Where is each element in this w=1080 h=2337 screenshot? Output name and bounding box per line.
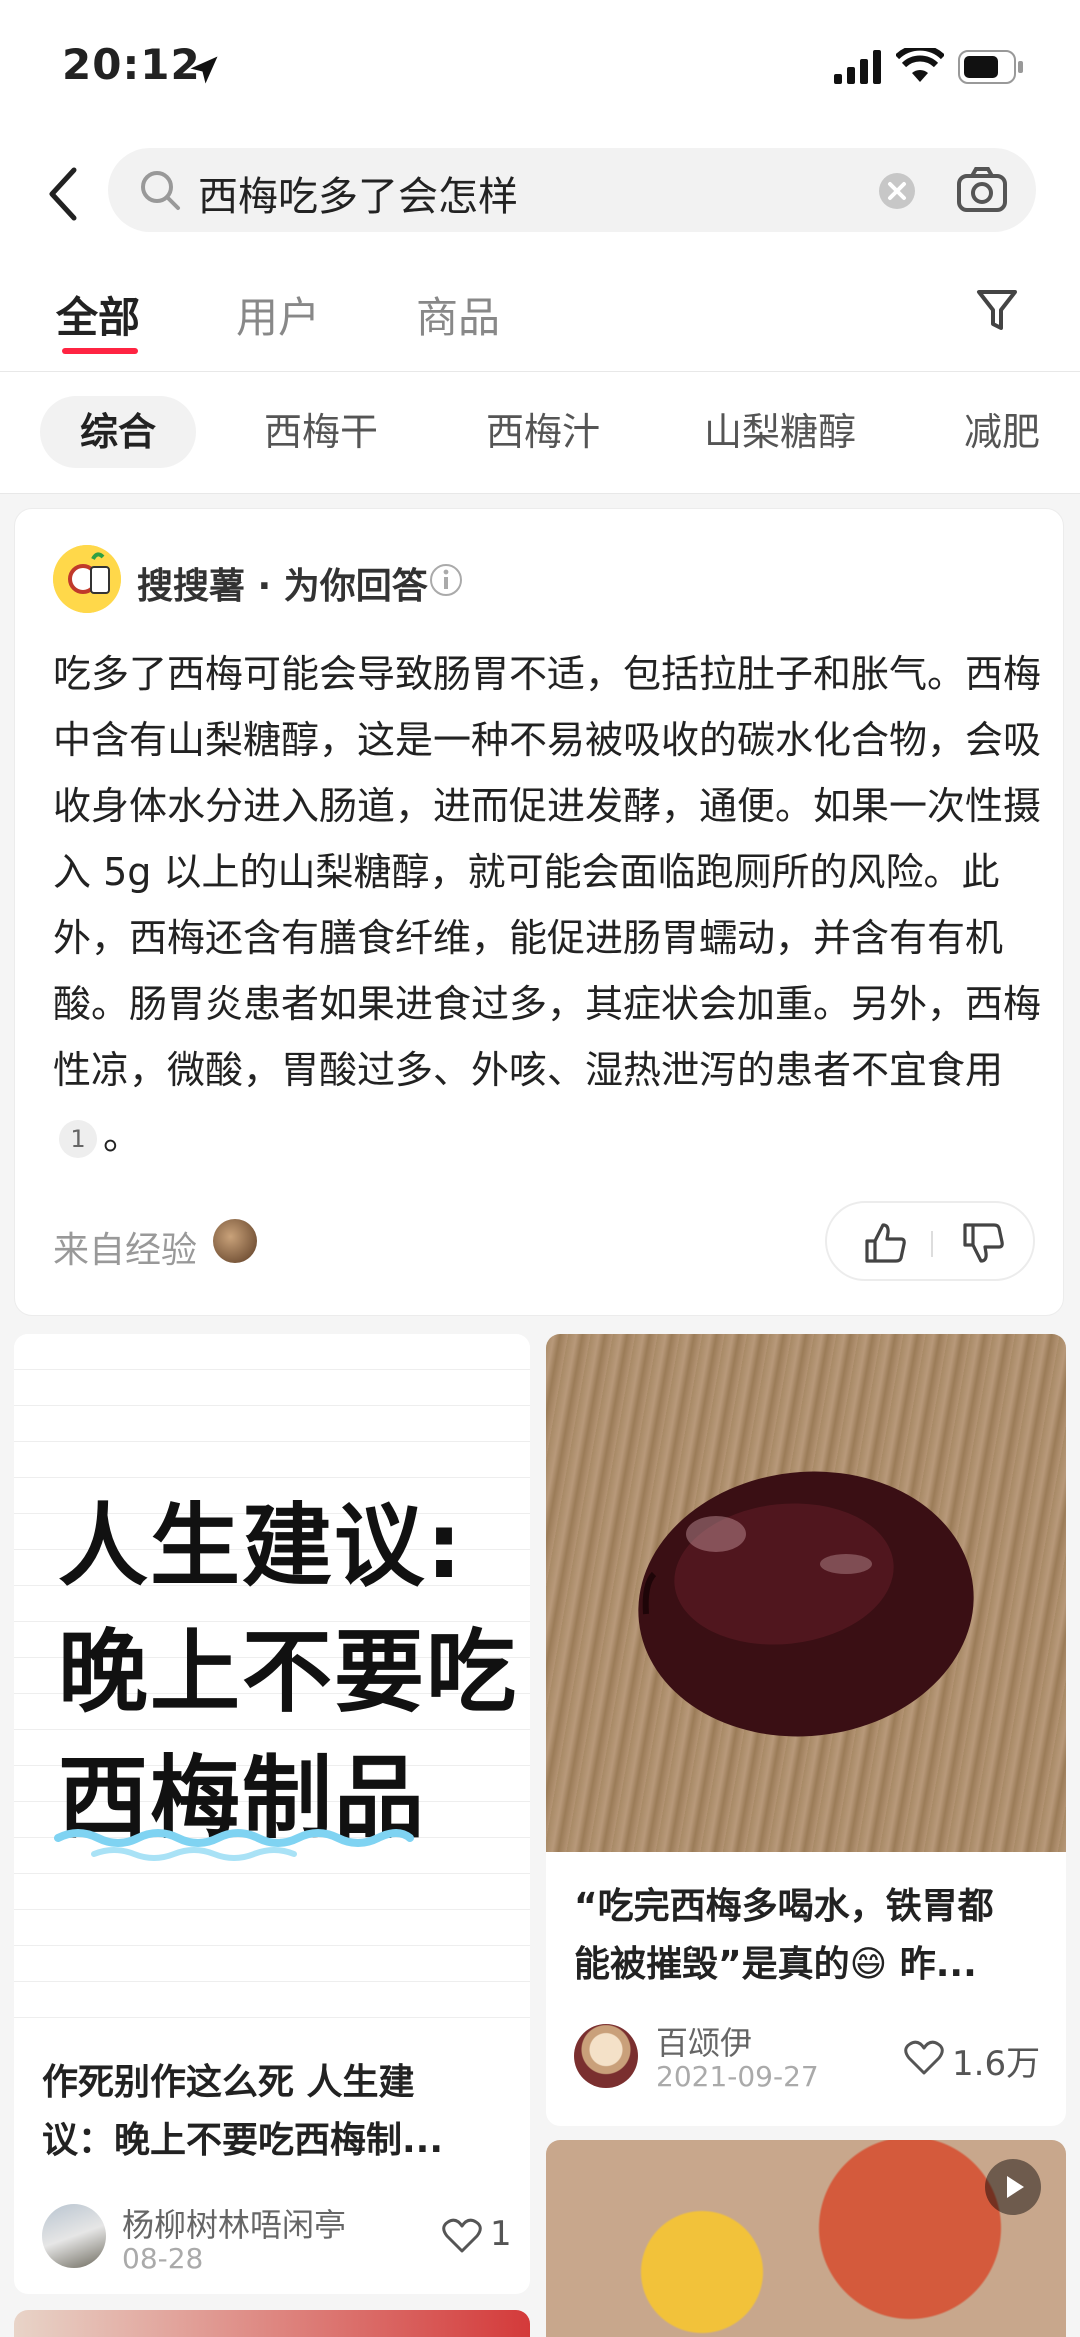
filter-icon[interactable] <box>976 288 1018 334</box>
note-title-line: 议：晚上不要吃西梅制... <box>42 2120 444 2161</box>
answer-bot-avatar <box>53 545 121 613</box>
note-title-line: “吃完西梅多喝水，铁胃都 <box>574 1886 994 1927</box>
thumbs-down-icon[interactable] <box>961 1221 1005 1265</box>
note-card[interactable] <box>14 2310 530 2337</box>
tab-users[interactable]: 用户 <box>236 284 320 345</box>
clear-search-icon[interactable] <box>878 172 916 210</box>
battery-icon <box>958 50 1023 84</box>
author-avatar[interactable] <box>574 2024 638 2088</box>
chip-weight-loss[interactable]: 减肥 <box>924 396 1080 468</box>
note-title-line: 作死别作这么死 人生建 <box>42 2062 415 2103</box>
source-user-avatar[interactable] <box>213 1219 257 1263</box>
cover-text: 人生建议: 晚上不要吃 西梅制品 <box>58 1484 518 1862</box>
chip-prune-juice[interactable]: 西梅汁 <box>446 396 640 468</box>
vote-divider <box>931 1231 933 1257</box>
result-type-tabs: 全部 用户 商品 <box>0 258 1080 372</box>
like-count: 1.6万 <box>952 2044 1041 2084</box>
from-experience-label: 来自经验 <box>53 1230 198 1271</box>
note-title-line: 能被摧毁”是真的😄 昨... <box>574 1944 977 1985</box>
search-input[interactable]: 西梅吃多了会怎样 <box>108 148 1036 232</box>
ai-answer-card: 搜搜薯 · 为你回答 吃多了西梅可能会导致肠胃不适，包括拉肚子和胀气。西梅中含有… <box>14 508 1064 1316</box>
feedback-vote <box>825 1201 1035 1281</box>
heart-icon[interactable] <box>442 2218 482 2254</box>
heart-icon[interactable] <box>904 2040 944 2076</box>
video-play-icon <box>985 2159 1041 2215</box>
cellular-signal-icon <box>834 50 881 84</box>
chip-comprehensive[interactable]: 综合 <box>40 396 197 468</box>
note-card[interactable]: 人生建议: 晚上不要吃 西梅制品 作死别作这么死 人生建 议：晚上不要吃西梅制.… <box>14 1334 530 2294</box>
search-query-text[interactable]: 西梅吃多了会怎样 <box>198 164 518 222</box>
chip-sorbitol[interactable]: 山梨糖醇 <box>664 396 896 468</box>
thumbs-up-icon[interactable] <box>863 1221 907 1265</box>
note-card[interactable]: “吃完西梅多喝水，铁胃都 能被摧毁”是真的😄 昨... 百颂伊 2021-09-… <box>546 1334 1066 2126</box>
answer-text: 吃多了西梅可能会导致肠胃不适，包括拉肚子和胀气。西梅中含有山梨糖醇，这是一种不易… <box>53 641 1043 1169</box>
search-icon <box>141 171 180 210</box>
wave-underline-decoration <box>54 1829 414 1861</box>
search-bar-row: 西梅吃多了会怎样 <box>0 140 1080 258</box>
cover-line: 人生建议: <box>58 1494 464 1599</box>
cover-line: 晚上不要吃 <box>58 1620 518 1725</box>
location-arrow-icon <box>190 56 218 84</box>
author-avatar[interactable] <box>42 2204 106 2268</box>
note-cover-image <box>14 2310 530 2337</box>
info-icon[interactable] <box>429 563 463 597</box>
answer-body: 吃多了西梅可能会导致肠胃不适，包括拉肚子和胀气。西梅中含有山梨糖醇，这是一种不易… <box>53 652 1042 1092</box>
note-cover-image: 人生建议: 晚上不要吃 西梅制品 <box>14 1334 530 2024</box>
answer-source-label: 搜搜薯 · 为你回答 <box>137 566 428 607</box>
citation-badge[interactable]: 1 <box>59 1119 97 1158</box>
author-name[interactable]: 百颂伊 <box>656 2018 752 2064</box>
tab-all[interactable]: 全部 <box>56 284 140 345</box>
post-date: 08-28 <box>122 2242 204 2275</box>
camera-icon[interactable] <box>956 166 1008 214</box>
plum-photo <box>638 1471 974 1737</box>
status-time: 20:12 <box>62 40 201 89</box>
chip-dried-prune[interactable]: 西梅干 <box>224 396 418 468</box>
author-name[interactable]: 杨柳树林唔闲亭 <box>122 2200 346 2246</box>
status-bar: 20:12 <box>0 0 1080 140</box>
back-arrow-icon[interactable] <box>44 164 84 224</box>
wifi-icon <box>896 48 944 82</box>
note-title: 作死别作这么死 人生建 议：晚上不要吃西梅制... <box>42 2054 443 2170</box>
note-title: “吃完西梅多喝水，铁胃都 能被摧毁”是真的😄 昨... <box>574 1878 994 1994</box>
post-date: 2021-09-27 <box>656 2060 819 2093</box>
keyword-chips: 综合 西梅干 西梅汁 山梨糖醇 减肥 <box>0 372 1080 494</box>
note-card[interactable] <box>546 2140 1066 2337</box>
tab-products[interactable]: 商品 <box>416 284 500 345</box>
note-cover-image <box>546 1334 1066 1852</box>
answer-end-punct: 。 <box>103 1114 142 1158</box>
active-tab-indicator <box>62 348 138 354</box>
like-count: 1 <box>490 2214 512 2254</box>
